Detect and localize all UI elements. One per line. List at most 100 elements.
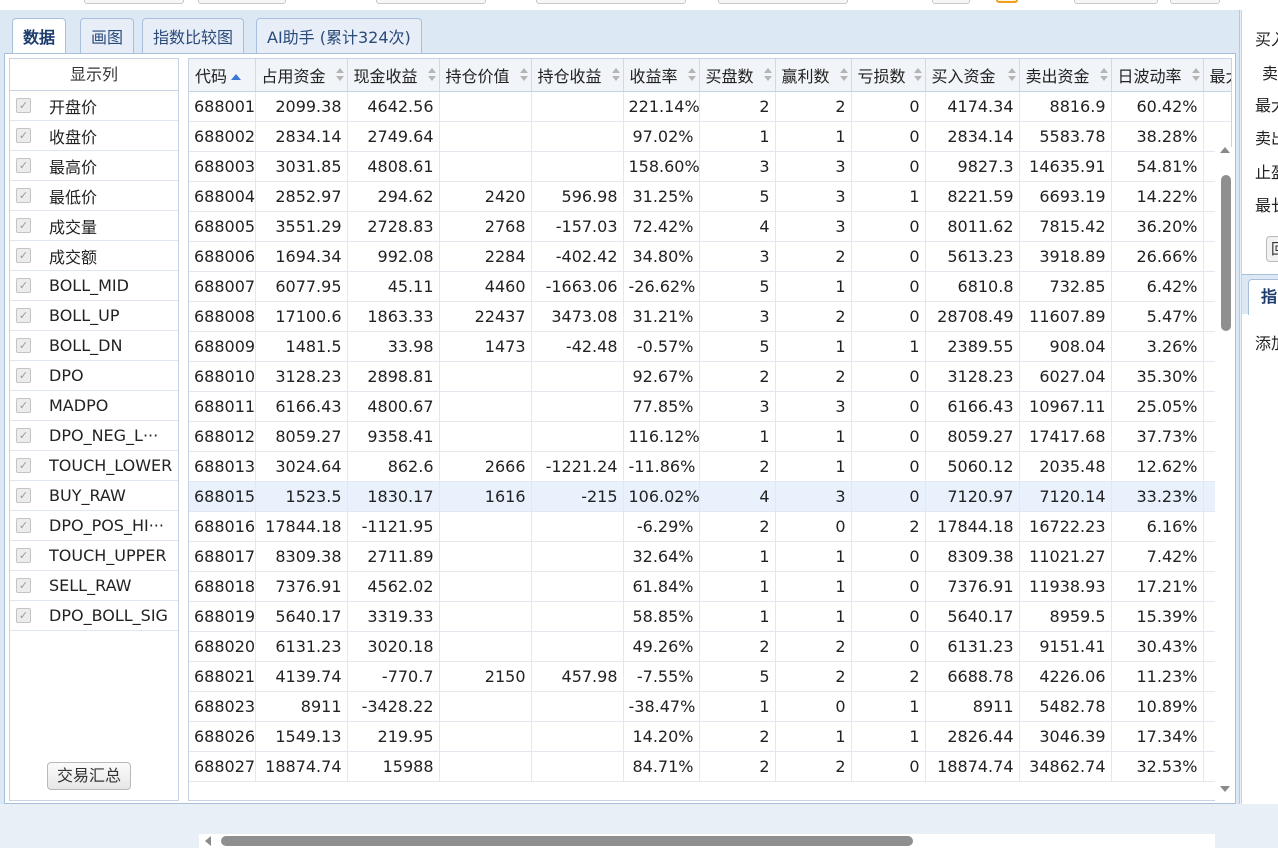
toolbar-control[interactable] <box>932 0 970 4</box>
horizontal-scrollbar[interactable] <box>199 834 1215 848</box>
scroll-down-icon[interactable] <box>1220 786 1230 792</box>
warning-icon[interactable] <box>996 0 1018 3</box>
checkbox-checked-icon[interactable]: ✓ <box>16 98 31 113</box>
column-toggle-item[interactable]: ✓ 收盘价 <box>10 121 178 151</box>
right-tab-indicator[interactable]: 指 <box>1248 279 1278 315</box>
column-header[interactable]: 买入资金 <box>925 59 1020 92</box>
column-header[interactable]: 占用资金 <box>255 59 348 92</box>
vertical-scroll-thumb[interactable] <box>1221 175 1231 331</box>
column-header[interactable]: 持仓收益 <box>531 59 624 92</box>
checkbox-checked-icon[interactable]: ✓ <box>16 578 31 593</box>
column-header[interactable]: 最大 <box>1203 59 1231 92</box>
column-toggle-item[interactable]: ✓ DPO <box>10 361 178 391</box>
scroll-left-icon[interactable] <box>205 836 211 846</box>
vertical-scrollbar[interactable] <box>1215 147 1235 801</box>
checkbox-checked-icon[interactable]: ✓ <box>16 218 31 233</box>
table-row[interactable]: 688013 3024.64 862.6 2666 -1221.24 -11.86% 2 1 0… <box>189 451 1231 482</box>
horizontal-scroll-thumb[interactable] <box>221 836 913 846</box>
table-row[interactable]: 688001 2099.38 4642.56 221.14% 2 2 0 4174.34 881… <box>189 91 1231 122</box>
table-row[interactable]: 688015 1523.5 1830.17 1616 -215 106.02% 4 3 0 712… <box>189 481 1231 512</box>
checkbox-checked-icon[interactable]: ✓ <box>16 188 31 203</box>
tab-index-compare[interactable]: 指数比较图 <box>142 18 245 56</box>
column-header[interactable]: 代码 <box>189 59 256 92</box>
tab-chart[interactable]: 画图 <box>80 18 135 56</box>
checkbox-checked-icon[interactable]: ✓ <box>16 248 31 263</box>
checkbox-checked-icon[interactable]: ✓ <box>16 158 31 173</box>
toolbar-control[interactable] <box>84 0 184 4</box>
table-cell: 6166.43 <box>255 391 348 422</box>
table-cell: 2 <box>775 91 852 122</box>
column-toggle-item[interactable]: ✓ BUY_RAW <box>10 481 178 511</box>
column-toggle-item[interactable]: ✓ 最高价 <box>10 151 178 181</box>
column-toggle-item[interactable]: ✓ DPO_POS_HI··· <box>10 511 178 541</box>
column-toggle-item[interactable]: ✓ TOUCH_UPPER <box>10 541 178 571</box>
column-toggle-item[interactable]: ✓ 开盘价 <box>10 91 178 121</box>
column-toggle-item[interactable]: ✓ SELL_RAW <box>10 571 178 601</box>
table-row[interactable]: 688008 17100.6 1863.33 22437 3473.08 31.21% 3 2… <box>189 301 1231 332</box>
right-panel-button[interactable]: 回 <box>1266 236 1278 262</box>
toolbar-control[interactable] <box>376 0 486 4</box>
column-header[interactable]: 持仓价值 <box>439 59 532 92</box>
column-toggle-item[interactable]: ✓ 最低价 <box>10 181 178 211</box>
table-row[interactable]: 688018 7376.91 4562.02 61.84% 1 1 0 7376.91 1193… <box>189 571 1231 602</box>
checkbox-checked-icon[interactable]: ✓ <box>16 548 31 563</box>
column-header[interactable]: 买盘数 <box>699 59 776 92</box>
column-toggle-item[interactable]: ✓ 成交额 <box>10 241 178 271</box>
column-header[interactable]: 亏损数 <box>851 59 926 92</box>
column-toggle-item[interactable]: ✓ MADPO <box>10 391 178 421</box>
column-toggle-item[interactable]: ✓ BOLL_UP <box>10 301 178 331</box>
table-row[interactable]: 688020 6131.23 3020.18 49.26% 2 2 0 6131.23 9151… <box>189 631 1231 662</box>
table-row[interactable]: 688009 1481.5 33.98 1473 -42.48 -0.57% 5 1 1 2389… <box>189 331 1231 362</box>
table-row[interactable]: 688005 3551.29 2728.83 2768 -157.03 72.42% 4 3 0… <box>189 211 1231 242</box>
table-row[interactable]: 688012 8059.27 9358.41 116.12% 1 1 0 8059.27 174… <box>189 421 1231 452</box>
column-header[interactable]: 现金收益 <box>347 59 440 92</box>
table-row[interactable]: 688019 5640.17 3319.33 58.85% 1 1 0 5640.17 8959… <box>189 601 1231 632</box>
table-row[interactable]: 688007 6077.95 45.11 4460 -1663.06 -26.62% 5 1 0… <box>189 271 1231 302</box>
table-row[interactable]: 688006 1694.34 992.08 2284 -402.42 34.80% 3 2 0 5… <box>189 241 1231 272</box>
toolbar-control[interactable] <box>198 0 286 4</box>
table-row[interactable]: 688017 8309.38 2711.89 32.64% 1 1 0 8309.38 1102… <box>189 541 1231 572</box>
column-toggle-item[interactable]: ✓ BOLL_DN <box>10 331 178 361</box>
table-row[interactable]: 688004 2852.97 294.62 2420 596.98 31.25% 5 3 1 82… <box>189 181 1231 212</box>
trade-summary-button[interactable]: 交易汇总 <box>47 762 131 790</box>
table-row[interactable]: 688011 6166.43 4800.67 77.85% 3 3 0 6166.43 1096… <box>189 391 1231 422</box>
checkbox-checked-icon[interactable]: ✓ <box>16 278 31 293</box>
toolbar-control[interactable] <box>1074 0 1158 4</box>
column-toggle-item[interactable]: ✓ BOLL_MID <box>10 271 178 301</box>
right-add-label[interactable]: 添加 <box>1255 330 1278 354</box>
table-row[interactable]: 688021 4139.74 -770.7 2150 457.98 -7.55% 5 2 2 66… <box>189 661 1231 692</box>
table-row[interactable]: 688023 8911 -3428.22 -38.47% 1 0 1 8911 5482.78 1… <box>189 691 1231 722</box>
column-toggle-item[interactable]: ✓ DPO_BOLL_SIG <box>10 601 178 631</box>
table-row[interactable]: 688003 3031.85 4808.61 158.60% 3 3 0 9827.3 1463… <box>189 151 1231 182</box>
checkbox-checked-icon[interactable]: ✓ <box>16 488 31 503</box>
toolbar-control[interactable] <box>536 0 686 4</box>
column-toggle-item[interactable]: ✓ 成交量 <box>10 211 178 241</box>
checkbox-checked-icon[interactable]: ✓ <box>16 518 31 533</box>
table-cell: 2852.97 <box>255 181 348 212</box>
toolbar-control[interactable] <box>1170 0 1220 4</box>
checkbox-checked-icon[interactable]: ✓ <box>16 368 31 383</box>
checkbox-checked-icon[interactable]: ✓ <box>16 308 31 323</box>
table-row[interactable]: 688010 3128.23 2898.81 92.67% 2 2 0 3128.23 6027… <box>189 361 1231 392</box>
column-header[interactable]: 卖出资金 <box>1019 59 1112 92</box>
column-header[interactable]: 赢利数 <box>775 59 852 92</box>
tab-data[interactable]: 数据 <box>12 18 67 58</box>
tab-ai-assistant[interactable]: AI助手 (累计324次) <box>256 18 422 56</box>
column-header[interactable]: 日波动率 <box>1111 59 1204 92</box>
table-row[interactable]: 688016 17844.18 -1121.95 -6.29% 2 0 2 17844.18 1… <box>189 511 1231 542</box>
checkbox-checked-icon[interactable]: ✓ <box>16 128 31 143</box>
checkbox-checked-icon[interactable]: ✓ <box>16 458 31 473</box>
checkbox-checked-icon[interactable]: ✓ <box>16 398 31 413</box>
table-row[interactable]: 688002 2834.14 2749.64 97.02% 1 1 0 2834.14 5583… <box>189 121 1231 152</box>
column-toggle-item[interactable]: ✓ TOUCH_LOWER <box>10 451 178 481</box>
checkbox-checked-icon[interactable]: ✓ <box>16 608 31 623</box>
column-toggle-item[interactable]: ✓ DPO_NEG_L··· <box>10 421 178 451</box>
toolbar-control[interactable] <box>718 0 848 4</box>
checkbox-checked-icon[interactable]: ✓ <box>16 338 31 353</box>
checkbox-checked-icon[interactable]: ✓ <box>16 428 31 443</box>
column-header[interactable]: 收益率 <box>623 59 700 92</box>
scroll-up-icon[interactable] <box>1220 147 1230 153</box>
table-cell: 1481.5 <box>255 331 348 362</box>
table-row[interactable]: 688026 1549.13 219.95 14.20% 2 1 1 2826.44 3046.… <box>189 721 1231 752</box>
table-row[interactable]: 688027 18874.74 15988 84.71% 2 2 0 18874.74 3486… <box>189 751 1231 782</box>
